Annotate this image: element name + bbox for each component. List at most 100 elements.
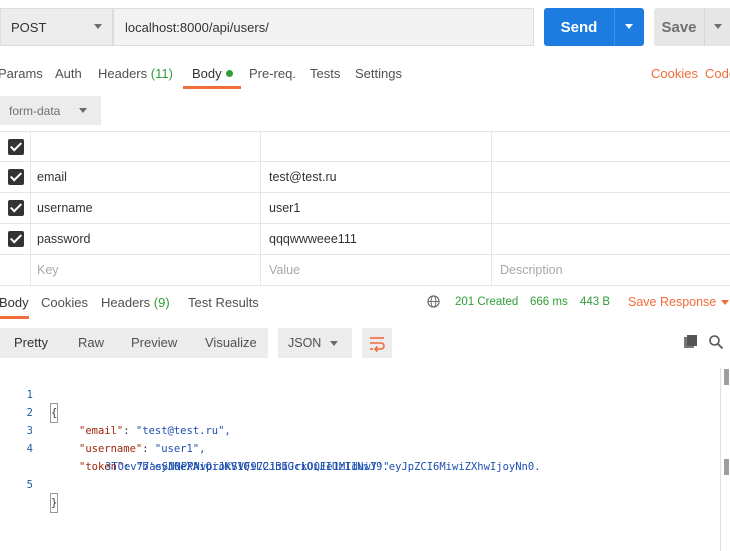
body-type-select[interactable]: form-data (0, 96, 101, 125)
table-row-new: Key Value Description (0, 255, 730, 286)
method-label: POST (11, 19, 47, 35)
chevron-down-icon (94, 24, 102, 29)
key-cell[interactable]: email (30, 162, 261, 192)
key-cell[interactable] (30, 132, 261, 162)
modified-dot-icon (225, 70, 233, 77)
code-line: 2 "email": "test@test.ru", (0, 386, 231, 437)
value-cell[interactable]: test@test.ru (261, 162, 492, 192)
json-value: "test@test.ru", (135, 425, 231, 437)
wrap-lines-button[interactable] (362, 328, 392, 358)
key-input[interactable]: Key (30, 255, 261, 285)
code-link[interactable]: Code (705, 66, 730, 81)
response-tab-cookies[interactable]: Cookies (41, 295, 88, 310)
url-text: localhost:8000/api/users/ (125, 19, 269, 35)
checkbox-cell (0, 132, 31, 162)
key-cell[interactable]: password (30, 224, 261, 254)
json-key: "email" (79, 425, 124, 437)
save-response-button[interactable]: Save Response (628, 295, 716, 309)
active-response-tab-indicator (0, 316, 29, 319)
body-type-label: form-data (9, 103, 61, 118)
tab-params[interactable]: Params (0, 66, 43, 81)
json-value: "user1", (154, 443, 206, 455)
checkbox[interactable] (8, 169, 24, 185)
response-size[interactable]: 443 B (580, 296, 610, 308)
tab-body[interactable]: Body (192, 66, 233, 81)
status-code[interactable]: 201 Created (455, 296, 518, 308)
response-tab-headers-count: (9) (153, 295, 170, 310)
response-tab-headers-label: Headers (101, 295, 151, 310)
scrollbar-marker[interactable] (724, 369, 729, 385)
send-button[interactable]: Send (544, 8, 614, 46)
code-line: 5 } (0, 458, 59, 513)
checkbox-cell (0, 193, 31, 223)
response-tab-body[interactable]: Body (0, 295, 29, 310)
table-row (0, 131, 730, 162)
form-data-table: email test@test.ru username user1 passwo… (0, 131, 730, 286)
view-preview-button[interactable]: Preview (131, 328, 177, 358)
chevron-down-icon (714, 24, 722, 29)
view-pretty-button[interactable]: Pretty (14, 328, 48, 358)
value-input[interactable]: Value (261, 255, 492, 285)
table-row: email test@test.ru (0, 162, 730, 193)
copy-icon[interactable] (683, 334, 699, 350)
format-select[interactable]: JSON (278, 328, 352, 358)
search-icon[interactable] (708, 334, 724, 350)
line-number: 5 (26, 479, 33, 491)
format-label: JSON (288, 336, 322, 350)
checkbox[interactable] (8, 231, 24, 247)
tab-auth[interactable]: Auth (55, 66, 82, 81)
code-text: } (49, 493, 59, 513)
description-cell[interactable] (492, 132, 730, 162)
chevron-down-icon (79, 108, 87, 113)
code-text: { (49, 403, 59, 423)
cookies-link[interactable]: Cookies (651, 66, 698, 81)
checkbox[interactable] (8, 200, 24, 216)
view-mode-bar: Pretty Raw Preview Visualize (0, 328, 268, 358)
code-line: 4 "token": "b'eyJ0eXAiOiJKV1QiLCJhbGciOi… (0, 422, 541, 473)
description-cell[interactable] (492, 162, 730, 192)
response-tab-test-results[interactable]: Test Results (188, 295, 259, 310)
value-cell[interactable]: qqqwwweee111 (261, 224, 492, 254)
checkbox-cell (0, 162, 31, 192)
save-dropdown-button[interactable] (704, 8, 730, 46)
tab-body-label: Body (192, 66, 222, 81)
url-input[interactable]: localhost:8000/api/users/ (113, 8, 534, 46)
tab-prerequest[interactable]: Pre-req. (249, 66, 296, 81)
scrollbar-marker[interactable] (724, 459, 729, 475)
checkbox-cell (0, 255, 31, 285)
tab-headers-label: Headers (98, 66, 148, 81)
response-tab-headers[interactable]: Headers (9) (101, 295, 170, 310)
tab-headers[interactable]: Headers (11) (98, 66, 173, 81)
view-visualize-button[interactable]: Visualize (205, 328, 257, 358)
response-time[interactable]: 666 ms (530, 296, 568, 308)
description-cell[interactable] (492, 193, 730, 223)
key-cell[interactable]: username (30, 193, 261, 223)
globe-icon[interactable] (427, 295, 440, 308)
description-cell[interactable] (492, 224, 730, 254)
value-cell[interactable] (261, 132, 492, 162)
view-raw-button[interactable]: Raw (78, 328, 104, 358)
wrap-lines-icon (370, 337, 385, 353)
checkbox[interactable] (8, 139, 24, 155)
chevron-down-icon[interactable] (721, 300, 729, 305)
json-value-continued: 3TOev77asSNNPPNvprokSVF972i3IJrkOQEe1MId… (105, 461, 390, 473)
send-dropdown-button[interactable] (614, 8, 644, 46)
code-line-wrapped: 3TOev77asSNNPPNvprokSVF972i3IJrkOQEe1MId… (0, 440, 389, 473)
tab-headers-count: (11) (150, 66, 173, 81)
json-key: "username" (79, 443, 143, 455)
tab-tests[interactable]: Tests (310, 66, 340, 81)
code-line: 3 "username": "user1", (0, 404, 206, 455)
description-input[interactable]: Description (492, 255, 730, 285)
method-select[interactable]: POST (0, 8, 113, 46)
value-cell[interactable]: user1 (261, 193, 492, 223)
chevron-down-icon (330, 341, 338, 346)
table-row: password qqqwwweee111 (0, 224, 730, 255)
checkbox-cell (0, 224, 31, 254)
save-button[interactable]: Save (654, 8, 704, 46)
tab-settings[interactable]: Settings (355, 66, 402, 81)
table-row: username user1 (0, 193, 730, 224)
active-tab-indicator (183, 86, 241, 89)
chevron-down-icon (625, 24, 633, 29)
code-line: 1 { (0, 368, 59, 423)
scrollbar-track[interactable] (720, 368, 721, 551)
